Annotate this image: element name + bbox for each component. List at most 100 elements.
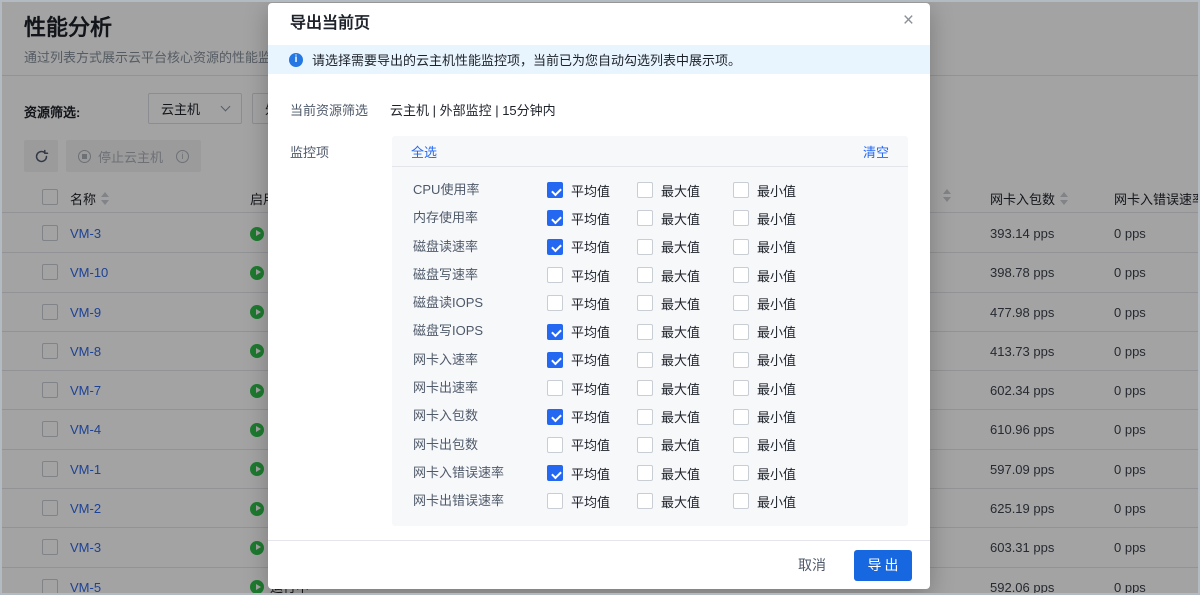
metric-option-min[interactable]: 最小值 — [733, 233, 796, 261]
checkbox-unchecked[interactable] — [637, 239, 653, 255]
metrics-panel-header: 全选 清空 — [392, 136, 908, 167]
checkbox-unchecked[interactable] — [733, 267, 749, 283]
option-label: 平均值 — [571, 407, 610, 426]
checkbox-unchecked[interactable] — [637, 182, 653, 198]
option-label: 平均值 — [571, 492, 610, 511]
checkbox-unchecked[interactable] — [733, 409, 749, 425]
metric-option-avg[interactable]: 平均值 — [547, 204, 610, 232]
metric-option-min[interactable]: 最小值 — [733, 459, 796, 487]
checkbox-unchecked[interactable] — [733, 295, 749, 311]
metric-option-avg[interactable]: 平均值 — [547, 176, 610, 204]
close-icon[interactable]: × — [903, 11, 914, 30]
checkbox-unchecked[interactable] — [637, 352, 653, 368]
option-label: 最小值 — [757, 379, 796, 398]
metric-option-min[interactable]: 最小值 — [733, 176, 796, 204]
metric-option-max[interactable]: 最大值 — [637, 289, 700, 317]
metric-option-min[interactable]: 最小值 — [733, 204, 796, 232]
metric-row: 磁盘读速率 平均值 最大值 最小值 — [392, 233, 908, 261]
metric-option-max[interactable]: 最大值 — [637, 346, 700, 374]
checkbox-unchecked[interactable] — [637, 267, 653, 283]
modal-footer: 取消 导出 — [268, 540, 930, 589]
metric-option-avg[interactable]: 平均值 — [547, 346, 610, 374]
metric-option-max[interactable]: 最大值 — [637, 233, 700, 261]
checkbox-checked[interactable] — [547, 324, 563, 340]
metric-option-max[interactable]: 最大值 — [637, 487, 700, 515]
checkbox-checked[interactable] — [547, 182, 563, 198]
metric-option-max[interactable]: 最大值 — [637, 317, 700, 345]
checkbox-unchecked[interactable] — [637, 210, 653, 226]
checkbox-unchecked[interactable] — [547, 380, 563, 396]
checkbox-unchecked[interactable] — [637, 465, 653, 481]
option-label: 最大值 — [661, 435, 700, 454]
checkbox-unchecked[interactable] — [637, 324, 653, 340]
metric-option-avg[interactable]: 平均值 — [547, 289, 610, 317]
checkbox-unchecked[interactable] — [637, 380, 653, 396]
metric-option-max[interactable]: 最大值 — [637, 204, 700, 232]
metric-option-avg[interactable]: 平均值 — [547, 261, 610, 289]
option-label: 平均值 — [571, 350, 610, 369]
metric-option-max[interactable]: 最大值 — [637, 402, 700, 430]
checkbox-unchecked[interactable] — [637, 409, 653, 425]
checkbox-unchecked[interactable] — [637, 493, 653, 509]
metric-option-min[interactable]: 最小值 — [733, 487, 796, 515]
checkbox-unchecked[interactable] — [547, 493, 563, 509]
clear-all-link[interactable]: 清空 — [863, 142, 889, 161]
checkbox-unchecked[interactable] — [547, 295, 563, 311]
checkbox-checked[interactable] — [547, 465, 563, 481]
checkbox-unchecked[interactable] — [733, 465, 749, 481]
modal-title: 导出当前页 — [290, 3, 370, 45]
option-label: 最小值 — [757, 294, 796, 313]
cancel-button[interactable]: 取消 — [788, 549, 836, 581]
metrics-label: 监控项 — [290, 142, 329, 161]
metrics-panel: 全选 清空 CPU使用率 平均值 最大值 最小值 内存使用率 平均值 最大值 — [392, 136, 908, 526]
checkbox-checked[interactable] — [547, 239, 563, 255]
option-label: 平均值 — [571, 294, 610, 313]
option-label: 最大值 — [661, 407, 700, 426]
metric-option-max[interactable]: 最大值 — [637, 374, 700, 402]
metric-row: CPU使用率 平均值 最大值 最小值 — [392, 176, 908, 204]
checkbox-unchecked[interactable] — [733, 210, 749, 226]
checkbox-unchecked[interactable] — [547, 267, 563, 283]
metric-option-min[interactable]: 最小值 — [733, 346, 796, 374]
metric-option-min[interactable]: 最小值 — [733, 317, 796, 345]
checkbox-unchecked[interactable] — [733, 182, 749, 198]
checkbox-unchecked[interactable] — [733, 324, 749, 340]
metric-option-min[interactable]: 最小值 — [733, 289, 796, 317]
metric-option-avg[interactable]: 平均值 — [547, 317, 610, 345]
checkbox-unchecked[interactable] — [733, 239, 749, 255]
metric-option-max[interactable]: 最大值 — [637, 431, 700, 459]
checkbox-unchecked[interactable] — [733, 493, 749, 509]
export-button[interactable]: 导出 — [854, 550, 912, 581]
metric-option-avg[interactable]: 平均值 — [547, 431, 610, 459]
select-all-link[interactable]: 全选 — [411, 142, 437, 161]
metric-option-avg[interactable]: 平均值 — [547, 402, 610, 430]
metric-option-min[interactable]: 最小值 — [733, 431, 796, 459]
metric-option-max[interactable]: 最大值 — [637, 176, 700, 204]
metric-option-min[interactable]: 最小值 — [733, 374, 796, 402]
checkbox-checked[interactable] — [547, 409, 563, 425]
metric-option-avg[interactable]: 平均值 — [547, 487, 610, 515]
checkbox-checked[interactable] — [547, 210, 563, 226]
option-label: 最小值 — [757, 350, 796, 369]
checkbox-unchecked[interactable] — [637, 437, 653, 453]
metric-option-min[interactable]: 最小值 — [733, 402, 796, 430]
export-modal: 导出当前页 × i 请选择需要导出的云主机性能监控项，当前已为您自动勾选列表中展… — [268, 3, 930, 589]
checkbox-unchecked[interactable] — [547, 437, 563, 453]
metric-name: 磁盘读速率 — [413, 233, 478, 261]
metric-option-avg[interactable]: 平均值 — [547, 459, 610, 487]
metric-option-avg[interactable]: 平均值 — [547, 233, 610, 261]
metric-option-min[interactable]: 最小值 — [733, 261, 796, 289]
option-label: 平均值 — [571, 435, 610, 454]
metric-row: 网卡出包数 平均值 最大值 最小值 — [392, 431, 908, 459]
option-label: 最大值 — [661, 322, 700, 341]
metric-option-max[interactable]: 最大值 — [637, 459, 700, 487]
metric-option-max[interactable]: 最大值 — [637, 261, 700, 289]
metric-option-avg[interactable]: 平均值 — [547, 374, 610, 402]
option-label: 最小值 — [757, 407, 796, 426]
metric-name: 网卡入包数 — [413, 402, 478, 430]
checkbox-unchecked[interactable] — [733, 352, 749, 368]
checkbox-checked[interactable] — [547, 352, 563, 368]
checkbox-unchecked[interactable] — [637, 295, 653, 311]
checkbox-unchecked[interactable] — [733, 437, 749, 453]
checkbox-unchecked[interactable] — [733, 380, 749, 396]
